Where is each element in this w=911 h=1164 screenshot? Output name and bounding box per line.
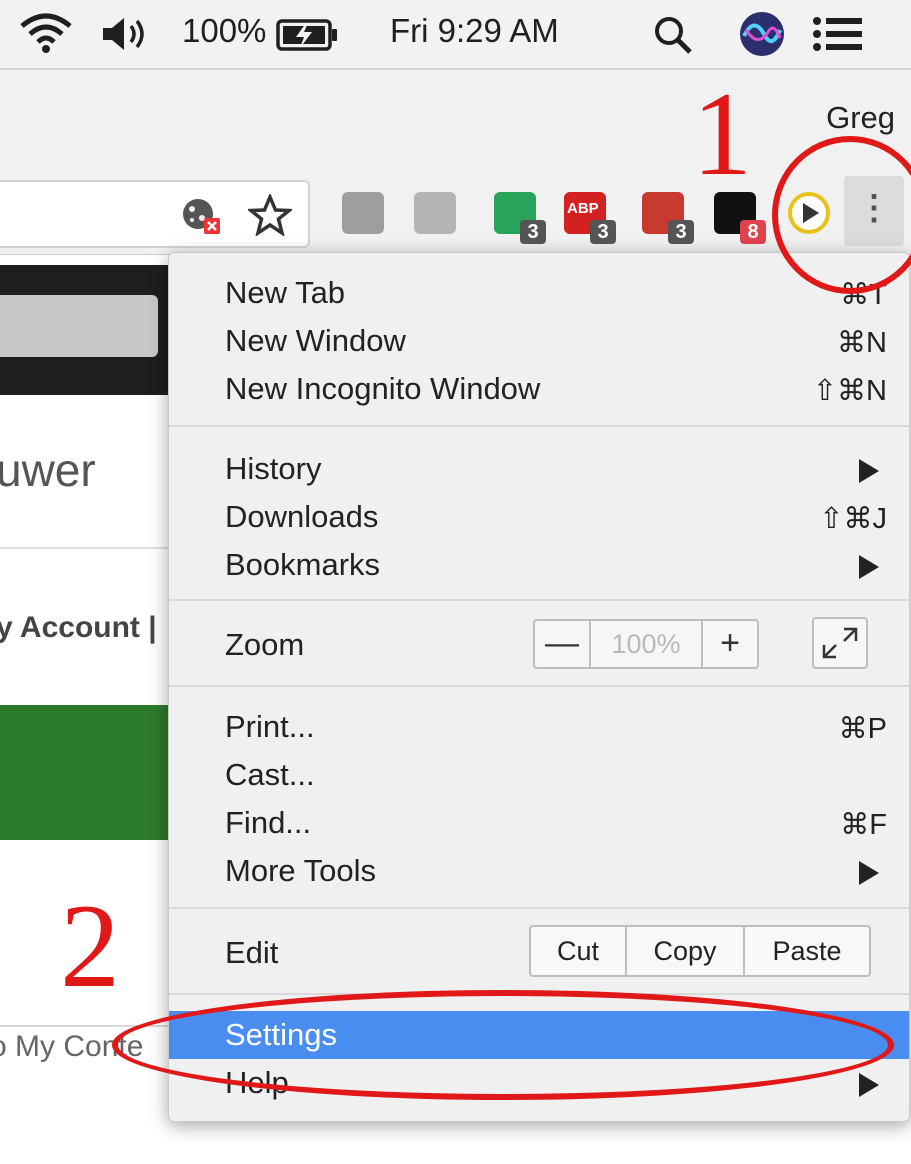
adblock-icon[interactable]: ABP 3 — [564, 192, 616, 244]
cut-button[interactable]: Cut — [531, 927, 627, 975]
menu-item-shortcut: ⌘F — [840, 809, 887, 841]
spotlight-search-icon[interactable] — [652, 14, 694, 56]
menu-item-label: Bookmarks — [225, 547, 381, 582]
page-search-box[interactable] — [0, 295, 158, 357]
profile-name-button[interactable]: Greg — [826, 100, 895, 136]
page-divider — [0, 547, 175, 549]
battery-percentage: 100% — [182, 12, 267, 49]
wifi-icon[interactable] — [18, 12, 74, 54]
extension-badge: 3 — [668, 220, 694, 244]
menu-item-label: Cast... — [225, 757, 315, 792]
menu-item-downloads[interactable]: Downloads ⇧⌘J — [169, 493, 909, 541]
menu-item-label: Print... — [225, 709, 315, 744]
copy-button[interactable]: Copy — [627, 927, 745, 975]
menu-item-print[interactable]: Print... ⌘P — [169, 703, 909, 751]
menu-bar-clock[interactable]: Fri 9:29 AM — [390, 12, 559, 50]
s-extension-icon[interactable] — [342, 192, 384, 234]
green-shield-extension-icon[interactable]: 3 — [494, 192, 546, 244]
blocked-cookie-icon[interactable] — [180, 196, 222, 236]
chrome-tab-strip: Greg — [0, 70, 911, 176]
zoom-controls: — 100% + — [533, 619, 759, 669]
battery-charging-icon[interactable] — [276, 18, 340, 52]
menu-item-label: Edit — [225, 935, 279, 970]
menu-item-label: New Tab — [225, 275, 346, 310]
menu-item-new-tab[interactable]: New Tab ⌘T — [169, 269, 909, 317]
extension-badge: 8 — [740, 220, 766, 244]
step-2-annotation: 2 — [60, 879, 120, 1012]
notification-center-icon[interactable] — [812, 16, 864, 52]
step-1-annotation: 1 — [692, 67, 752, 200]
menu-item-label: New Incognito Window — [225, 371, 541, 406]
menu-separator — [169, 425, 909, 427]
extension-badge: 3 — [590, 220, 616, 244]
page-green-banner — [0, 705, 175, 840]
menu-item-cast[interactable]: Cast... — [169, 751, 909, 799]
menu-item-new-incognito-window[interactable]: New Incognito Window ⇧⌘N — [169, 365, 909, 413]
menu-separator — [169, 599, 909, 601]
menu-separator — [169, 907, 909, 909]
red-shield-extension-icon[interactable]: 3 — [642, 192, 694, 244]
fullscreen-button[interactable] — [812, 617, 868, 669]
page-account-link[interactable]: y Account | — [0, 611, 157, 645]
google-drive-icon[interactable] — [414, 192, 456, 234]
menu-item-shortcut: ⌘P — [838, 713, 887, 745]
menu-item-label: More Tools — [225, 853, 377, 888]
volume-icon[interactable] — [100, 14, 150, 54]
menu-item-shortcut: ⌘N — [837, 327, 887, 359]
edit-controls: Cut Copy Paste — [529, 925, 871, 977]
zoom-in-button[interactable]: + — [701, 621, 757, 667]
fullscreen-icon — [822, 627, 858, 659]
menu-item-new-window[interactable]: New Window ⌘N — [169, 317, 909, 365]
submenu-arrow-icon — [859, 1073, 879, 1097]
menu-item-label: Zoom — [225, 627, 305, 662]
submenu-arrow-icon — [859, 555, 879, 579]
zoom-level: 100% — [611, 629, 681, 659]
menu-item-label: New Window — [225, 323, 406, 358]
zoom-out-button[interactable]: — — [535, 621, 591, 667]
address-bar[interactable] — [0, 180, 310, 248]
settings-highlight-circle — [112, 990, 894, 1100]
menu-item-history[interactable]: History — [169, 445, 909, 493]
bookmark-star-icon[interactable] — [248, 194, 292, 236]
menu-item-label: Downloads — [225, 499, 379, 534]
menu-item-shortcut: ⇧⌘J — [819, 503, 887, 535]
siri-icon[interactable] — [738, 10, 786, 58]
menu-item-find[interactable]: Find... ⌘F — [169, 799, 909, 847]
paste-button[interactable]: Paste — [745, 927, 869, 975]
submenu-arrow-icon — [859, 459, 879, 483]
page-heading: uwer — [0, 444, 96, 496]
submenu-arrow-icon — [859, 861, 879, 885]
menu-item-more-tools[interactable]: More Tools — [169, 847, 909, 895]
menu-separator — [169, 685, 909, 687]
extension-label: ABP — [567, 200, 599, 217]
extension-badge: 3 — [520, 220, 546, 244]
macos-menu-bar: 100% Fri 9:29 AM — [0, 0, 911, 70]
menu-item-label: History — [225, 451, 322, 486]
menu-item-shortcut: ⇧⌘N — [812, 375, 887, 407]
menu-item-bookmarks[interactable]: Bookmarks — [169, 541, 909, 589]
menu-item-label: Find... — [225, 805, 312, 840]
